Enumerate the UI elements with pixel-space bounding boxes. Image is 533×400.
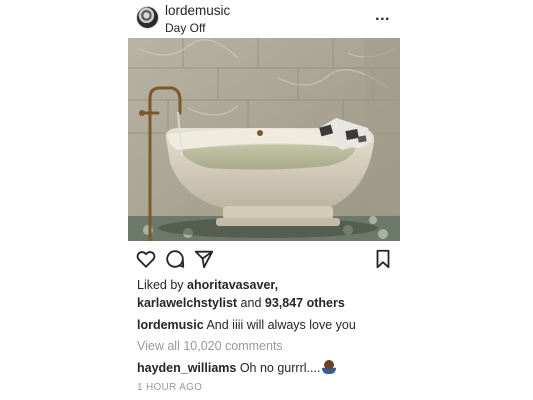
comment-username[interactable]: hayden_williams: [137, 361, 236, 375]
comment-item: hayden_williams Oh no gurrrl....: [137, 360, 337, 375]
caption-username[interactable]: lordemusic: [137, 318, 204, 332]
liker-username-1[interactable]: ahoritavasaver,: [187, 278, 278, 292]
post-username[interactable]: lordemusic: [165, 3, 230, 18]
post-header: lordemusic Day Off ...: [128, 0, 400, 38]
person-emoji-icon: [322, 360, 337, 374]
heart-icon[interactable]: [135, 248, 157, 270]
bookmark-icon[interactable]: [372, 248, 394, 270]
caption-text: And iiii will always love you: [203, 318, 356, 332]
view-all-comments-link[interactable]: View all 10,020 comments: [137, 339, 283, 353]
likes-others-count[interactable]: 93,847 others: [265, 296, 345, 310]
comment-text: Oh no gurrrl....: [236, 361, 321, 375]
instagram-post: lordemusic Day Off ... Liked by ahoritav…: [128, 0, 400, 400]
post-timestamp: 1 HOUR AGO: [137, 382, 203, 393]
paper-plane-icon[interactable]: [193, 248, 215, 270]
avatar[interactable]: [136, 6, 159, 29]
caption: lordemusic And iiii will always love you: [137, 318, 356, 332]
likes-conjunction: and: [237, 296, 265, 310]
post-actions: [128, 246, 400, 272]
liker-username-2[interactable]: karlawelchstylist: [137, 296, 237, 310]
comment-bubble-icon[interactable]: [164, 248, 186, 270]
likes-line-1: Liked by ahoritavasaver,: [137, 278, 278, 292]
post-photo[interactable]: [128, 38, 400, 241]
bathtub-photo-illustration: [128, 38, 400, 241]
likes-prefix: Liked by: [137, 278, 188, 292]
post-location[interactable]: Day Off: [165, 21, 205, 35]
more-options-icon[interactable]: ...: [375, 7, 390, 25]
likes-line-2: karlawelchstylist and 93,847 others: [137, 296, 345, 310]
